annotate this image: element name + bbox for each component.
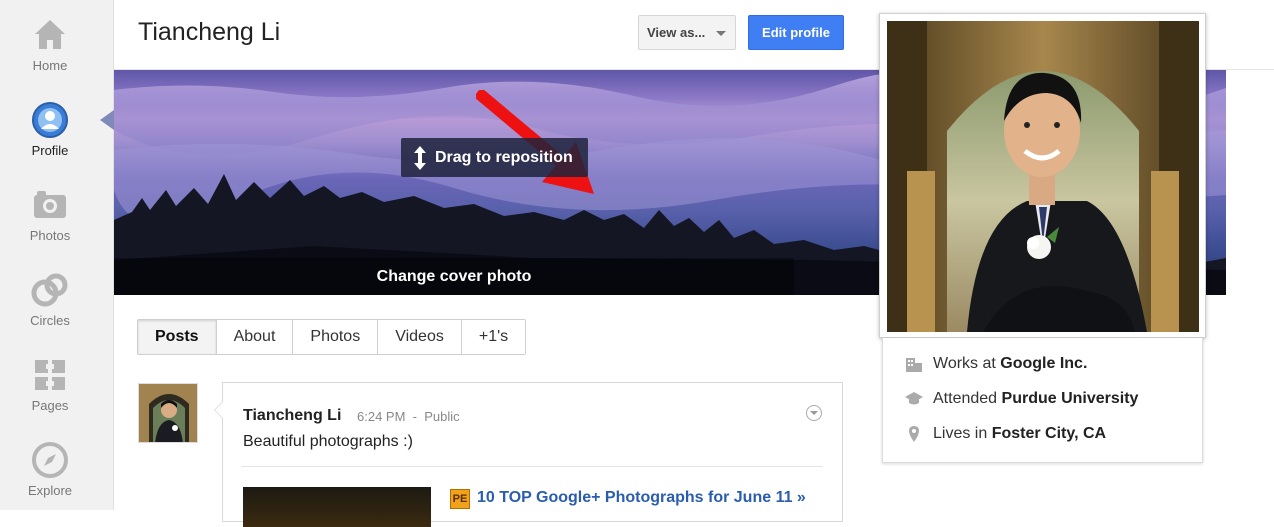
- post-time[interactable]: 6:24 PM: [357, 409, 405, 424]
- post-visibility[interactable]: Public: [424, 409, 459, 424]
- tab-posts[interactable]: Posts: [138, 320, 217, 354]
- tab-about[interactable]: About: [216, 320, 294, 354]
- location-pin-icon: [909, 426, 919, 442]
- nav-item-home[interactable]: Home: [0, 0, 100, 80]
- nav-label-home: Home: [32, 58, 68, 73]
- profile-photo: [887, 21, 1199, 332]
- drag-to-reposition-tooltip[interactable]: Drag to reposition: [401, 138, 588, 177]
- post-author-avatar[interactable]: [138, 383, 198, 443]
- post-meta: 6:24 PM - Public: [357, 409, 460, 424]
- post-card: Tiancheng Li 6:24 PM - Public Beautiful …: [214, 382, 843, 527]
- view-as-dropdown[interactable]: View as...: [638, 15, 736, 50]
- profile-about-box: Works at Google Inc. Attended Purdue Uni…: [882, 338, 1203, 463]
- nav-label-photos: Photos: [29, 228, 71, 243]
- about-location-value: Foster City, CA: [991, 425, 1107, 442]
- about-work-value: Google Inc.: [1000, 355, 1088, 372]
- post-author-name[interactable]: Tiancheng Li: [243, 407, 341, 425]
- active-nav-pointer: [100, 110, 114, 130]
- tab-plus-ones[interactable]: +1's: [461, 320, 526, 354]
- page-title: Tiancheng Li: [138, 18, 281, 46]
- nav-item-photos[interactable]: Photos: [0, 170, 100, 250]
- nav-label-profile: Profile: [31, 143, 69, 158]
- nav-item-circles[interactable]: Circles: [0, 255, 100, 335]
- shared-link-thumbnail[interactable]: [243, 487, 431, 527]
- about-school-value: Purdue University: [1001, 390, 1139, 407]
- chevron-down-icon: [716, 31, 726, 36]
- home-icon: [35, 20, 65, 49]
- left-navigation: Home Profile Photos Circles Pages Explor…: [0, 0, 114, 510]
- nav-label-circles: Circles: [30, 313, 70, 328]
- nav-item-explore[interactable]: Explore: [0, 425, 100, 505]
- compass-icon: [32, 442, 68, 478]
- tab-videos[interactable]: Videos: [378, 320, 462, 354]
- about-location-prefix: Lives in: [933, 425, 988, 442]
- nav-item-pages[interactable]: Pages: [0, 340, 100, 420]
- edit-profile-button[interactable]: Edit profile: [748, 15, 844, 50]
- shared-link-title[interactable]: 10 TOP Google+ Photographs for June 11 »: [477, 489, 806, 507]
- profile-photo-frame[interactable]: [879, 13, 1206, 338]
- pe-site-icon: PE: [450, 489, 470, 509]
- drag-tip-label: Drag to reposition: [435, 149, 573, 166]
- tab-photos[interactable]: Photos: [293, 320, 379, 354]
- building-icon: [906, 358, 922, 372]
- avatar-image: [139, 384, 197, 442]
- nav-label-pages: Pages: [31, 398, 69, 413]
- change-cover-photo-button[interactable]: Change cover photo: [114, 258, 794, 295]
- about-work-prefix: Works at: [933, 355, 996, 372]
- post-options-dropdown-icon[interactable]: [806, 405, 822, 421]
- nav-item-profile[interactable]: Profile: [0, 85, 100, 165]
- post-text: Beautiful photographs :): [243, 433, 413, 450]
- post-meta-separator: -: [412, 409, 417, 424]
- vertical-resize-icon: [414, 146, 426, 170]
- camera-icon: [34, 191, 66, 218]
- circles-icon: [31, 273, 68, 307]
- profile-icon: [32, 102, 68, 138]
- graduation-cap-icon: [905, 392, 923, 405]
- nav-label-explore: Explore: [27, 483, 73, 498]
- profile-photo-image: [887, 21, 1199, 332]
- profile-tabs: Posts About Photos Videos +1's: [137, 319, 527, 355]
- view-as-label: View as...: [647, 25, 706, 40]
- post-divider: [241, 466, 823, 467]
- pages-icon: [35, 360, 65, 390]
- about-school-prefix: Attended: [933, 390, 998, 407]
